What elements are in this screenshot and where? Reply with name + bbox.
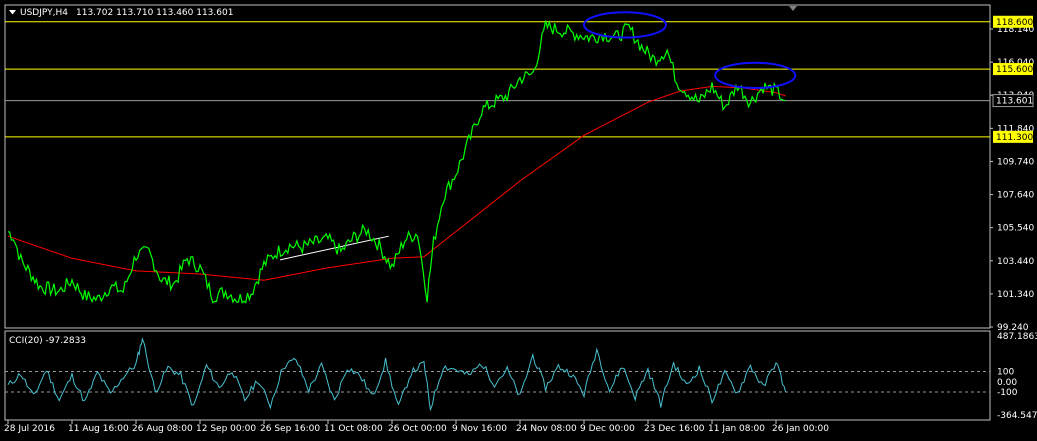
time-axis-tick-label: 26 Sep 16:00 [260,424,320,434]
cci-axis-tick-label: -364.5479 [997,411,1037,421]
chart: 118.140116.040113.940111.840109.740107.6… [0,0,1037,441]
chart-background [0,0,1037,441]
time-axis-tick-label: 11 Jan 08:00 [708,424,765,434]
time-axis-tick-label: 9 Nov 16:00 [452,424,507,434]
time-axis-tick-label: 12 Sep 00:00 [196,424,256,434]
price-axis-tick-label: 105.540 [997,224,1034,234]
current-price-label-text: 113.601 [996,97,1033,107]
level-label-text: 118.600 [996,18,1033,28]
symbol-label: USDJPY,H4 [20,8,68,18]
cci-axis-tick-label: 487.1863 [997,332,1037,342]
cci-axis-tick-label: -100 [997,388,1018,398]
time-axis-tick-label: 11 Oct 08:00 [324,424,383,434]
price-axis-tick-label: 107.640 [997,191,1034,201]
cci-axis-tick-label: 0.00 [997,378,1017,388]
ohlc-values: 113.702 113.710 113.460 113.601 [76,8,233,18]
time-axis-tick-label: 26 Oct 00:00 [388,424,447,434]
time-axis-tick-label: 26 Jan 00:00 [772,424,829,434]
time-axis-tick-label: 24 Nov 08:00 [516,424,577,434]
price-axis-tick-label: 101.340 [997,290,1034,300]
cci-axis-tick-label: 100 [997,368,1014,378]
price-axis-tick-label: 103.440 [997,257,1034,267]
level-label-text: 111.300 [996,133,1033,143]
level-label-text: 115.600 [996,65,1033,75]
time-axis-tick-label: 11 Aug 16:00 [68,424,129,434]
time-axis-tick-label: 26 Aug 08:00 [132,424,193,434]
time-axis-tick-label: 9 Dec 00:00 [580,424,635,434]
time-axis-tick-label: 23 Dec 16:00 [644,424,705,434]
price-axis-tick-label: 109.740 [997,157,1034,167]
cci-title: CCI(20) -97.2833 [9,336,86,346]
time-axis-tick-label: 28 Jul 2016 [4,424,55,434]
